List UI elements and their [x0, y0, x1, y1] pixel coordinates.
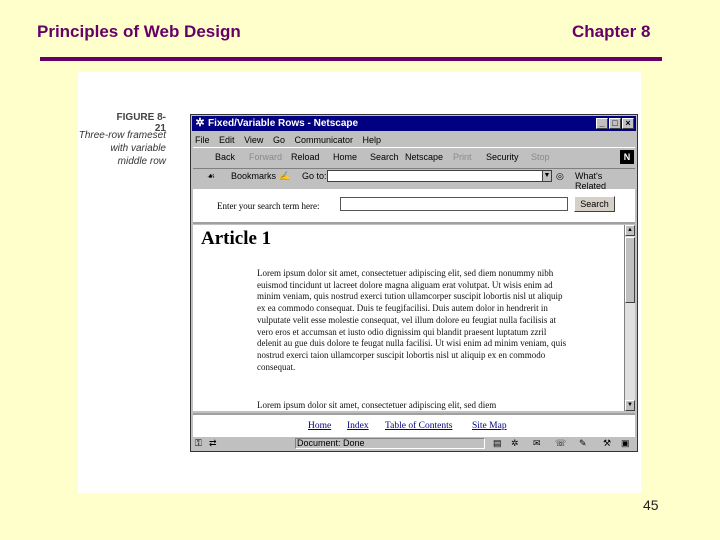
page-number: 45 — [643, 497, 659, 513]
menu-view[interactable]: View — [244, 135, 263, 145]
stop-button[interactable]: Stop — [531, 152, 550, 162]
search-toolbar-button[interactable]: Search — [370, 152, 399, 162]
title-divider — [40, 57, 662, 61]
top-frame: Enter your search term here: Search — [193, 189, 635, 224]
maximize-button[interactable]: □ — [609, 118, 621, 129]
scroll-down-icon[interactable]: ▼ — [625, 400, 635, 411]
window-title: Fixed/Variable Rows - Netscape — [208, 118, 359, 129]
home-button[interactable]: Home — [333, 152, 357, 162]
menu-help[interactable]: Help — [363, 135, 382, 145]
caption-line: with variable — [110, 143, 166, 154]
vertical-scrollbar[interactable]: ▲ ▼ — [624, 225, 635, 411]
navigation-toolbar: Back Forward Reload Home Search Netscape… — [193, 147, 635, 169]
middle-frame: Article 1 Lorem ipsum dolor sit amet, co… — [193, 225, 635, 411]
article-paragraph: Lorem ipsum dolor sit amet, consectetuer… — [257, 268, 567, 372]
close-button[interactable]: × — [622, 118, 634, 129]
status-bar: ⚿ ⇄ Document: Done ▤ ✲ ✉ ☏ ✎ ⚒ ▣ — [193, 437, 635, 450]
bottom-frame: Home Index Table of Contents Site Map — [193, 413, 635, 437]
figure-caption: Three-row frameset with variable middle … — [78, 129, 166, 168]
link-site-map[interactable]: Site Map — [472, 421, 507, 431]
search-input[interactable] — [340, 197, 568, 211]
connection-icon: ⇄ — [209, 438, 217, 448]
offline-icon: ▣ — [621, 438, 630, 448]
figure-panel: FIGURE 8-21 Three-row frameset with vari… — [78, 72, 641, 493]
security-button[interactable]: Security — [486, 152, 519, 162]
security-lock-icon: ⚿ — [195, 438, 202, 448]
location-dropdown-icon[interactable]: ▼ — [542, 170, 552, 182]
discussion-icon[interactable]: ☏ — [555, 437, 566, 450]
menu-go[interactable]: Go — [273, 135, 285, 145]
whats-related-icon: ◎ — [556, 171, 564, 181]
menu-bar: File Edit View Go Communicator Help — [195, 133, 388, 147]
link-table-of-contents[interactable]: Table of Contents — [385, 421, 452, 431]
article-title: Article 1 — [201, 228, 272, 249]
bookmarks-button[interactable]: Bookmarks — [231, 171, 276, 181]
whats-related-button[interactable]: What's Related — [575, 171, 635, 191]
menu-file[interactable]: File — [195, 135, 210, 145]
window-titlebar[interactable]: ✲ Fixed/Variable Rows - Netscape _ □ × — [192, 116, 636, 131]
component-bar-icon[interactable]: ▤ — [493, 437, 502, 450]
search-button[interactable]: Search — [574, 196, 615, 212]
netscape-icon: ✲ — [195, 117, 205, 129]
editor-icon[interactable]: ⚒ — [603, 437, 611, 450]
slide-chapter: Chapter 8 — [572, 22, 651, 41]
netscape-button[interactable]: Netscape — [405, 152, 443, 162]
caption-line: middle row — [117, 156, 166, 167]
composer-icon[interactable]: ✎ — [579, 437, 587, 450]
slide-title: Principles of Web Design — [37, 22, 241, 41]
location-input[interactable] — [327, 170, 551, 182]
scrollbar-thumb[interactable] — [625, 237, 635, 303]
search-label: Enter your search term here: — [217, 201, 320, 211]
print-button[interactable]: Print — [453, 152, 472, 162]
link-index[interactable]: Index — [347, 421, 369, 431]
menu-communicator[interactable]: Communicator — [294, 135, 353, 145]
location-icon: ✍ — [279, 171, 291, 181]
netscape-logo-icon: N — [620, 150, 634, 164]
menu-edit[interactable]: Edit — [219, 135, 235, 145]
reload-button[interactable]: Reload — [291, 152, 320, 162]
back-button[interactable]: Back — [215, 152, 235, 162]
browser-window: ✲ Fixed/Variable Rows - Netscape _ □ × F… — [190, 114, 638, 452]
location-toolbar: ☙ Bookmarks ✍ Go to: ▼ ◎ What's Related — [193, 169, 635, 191]
article-paragraph: Lorem ipsum dolor sit amet, consectetuer… — [257, 400, 497, 410]
caption-line: Three-row frameset — [78, 130, 166, 141]
forward-button[interactable]: Forward — [249, 152, 282, 162]
status-text: Document: Done — [297, 438, 365, 448]
mail-icon[interactable]: ✉ — [533, 437, 541, 450]
scroll-up-icon[interactable]: ▲ — [625, 225, 635, 236]
navigator-icon[interactable]: ✲ — [511, 437, 519, 450]
link-home[interactable]: Home — [308, 421, 331, 431]
minimize-button[interactable]: _ — [596, 118, 608, 129]
bookmark-icon: ☙ — [207, 171, 216, 181]
goto-label: Go to: — [302, 171, 327, 181]
